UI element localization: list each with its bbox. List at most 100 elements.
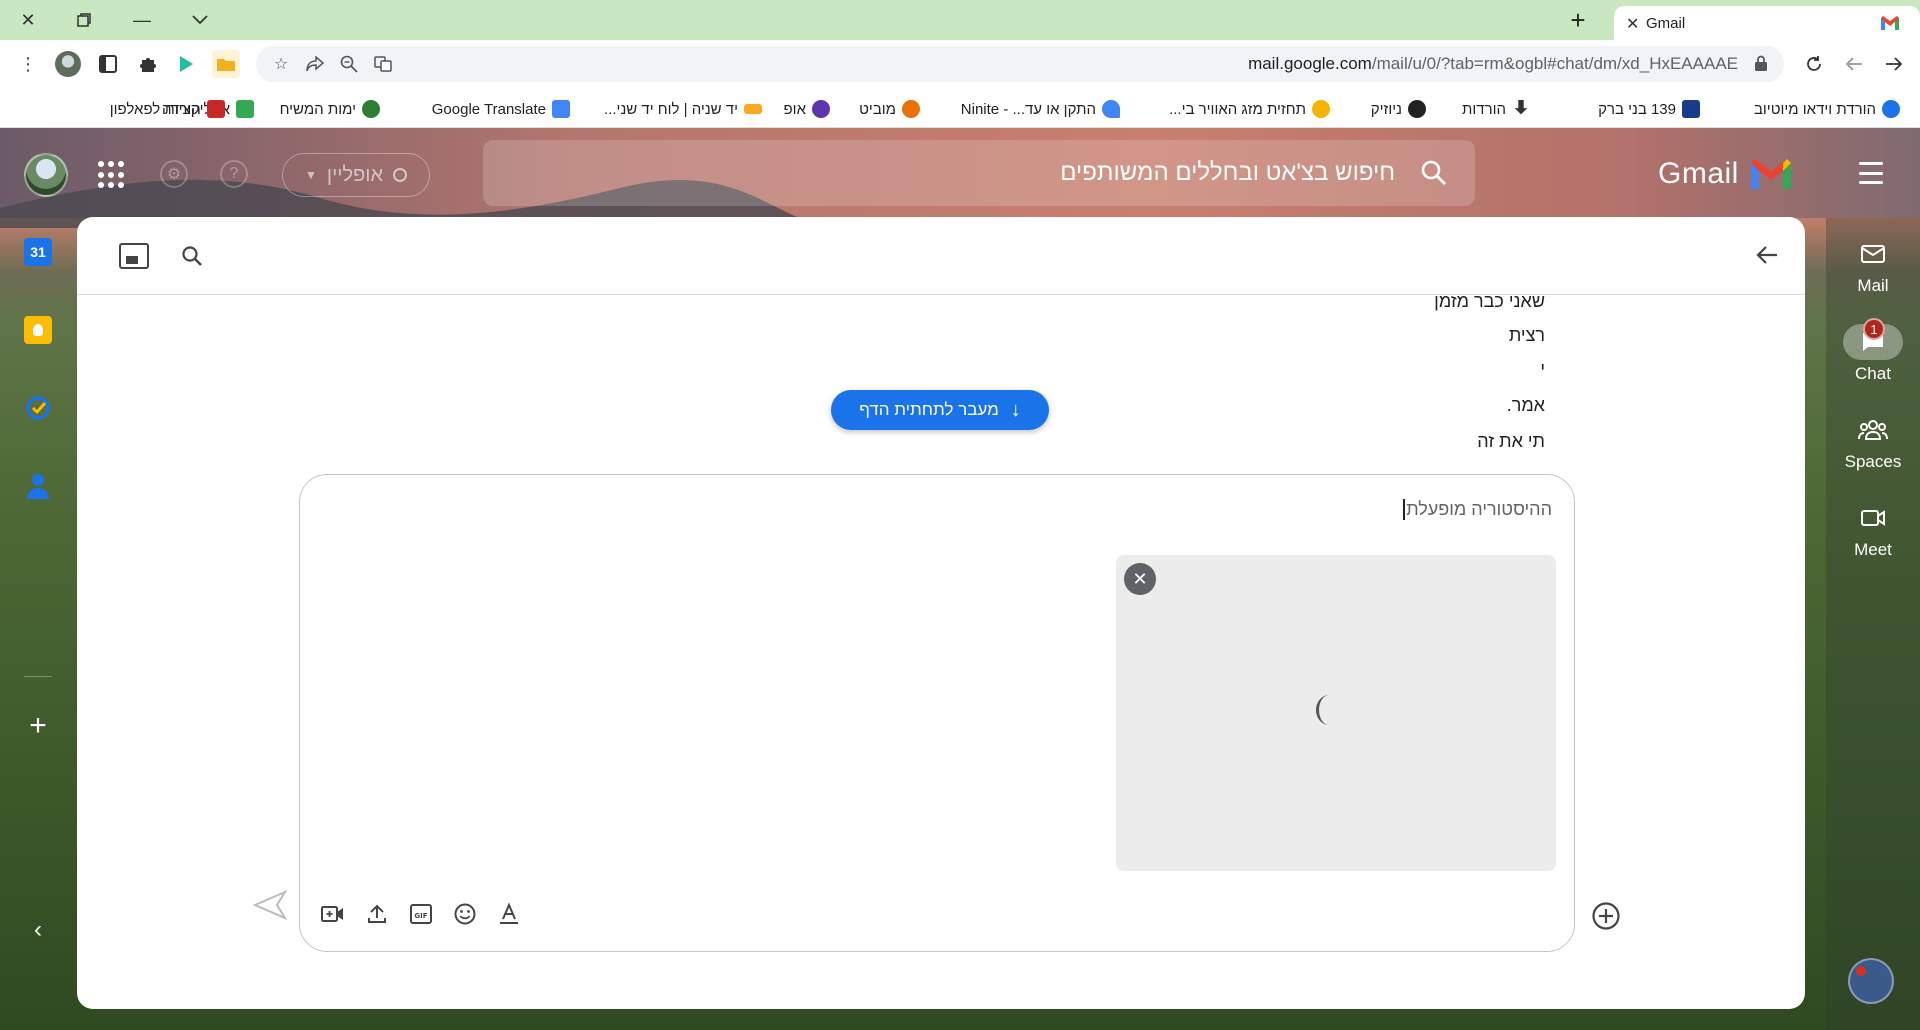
side-panel-icon[interactable] — [94, 50, 122, 78]
tasks-icon[interactable] — [24, 394, 52, 422]
bookmark-label: הורדה — [162, 100, 201, 118]
chat-icon: 1 — [1843, 318, 1903, 360]
compose-input[interactable]: ההיסטוריה מופעלת — [1403, 499, 1552, 520]
weather-icon — [1312, 100, 1330, 118]
bookmark-item[interactable]: ימות המשיח — [280, 98, 380, 120]
translate-page-icon[interactable] — [370, 51, 396, 77]
collapse-panel-icon[interactable]: ‹ — [26, 916, 50, 943]
send-icon[interactable] — [253, 890, 287, 920]
nav-spaces[interactable]: Spaces — [1826, 412, 1920, 482]
rail-divider — [24, 676, 52, 677]
account-avatar[interactable] — [24, 153, 68, 197]
bookmark-favicon-icon — [1882, 100, 1900, 118]
bookmarks-bar: הורדת וידאו מיוטיוב 139 בני ברק הורדות נ… — [0, 88, 1920, 128]
download-icon — [1514, 100, 1528, 115]
popout-window-icon[interactable] — [119, 241, 149, 271]
back-to-list-icon[interactable] — [1751, 239, 1783, 271]
gmail-logo[interactable]: Gmail — [1658, 154, 1798, 194]
nav-chat[interactable]: 1 Chat — [1826, 318, 1920, 394]
forward-arrow-icon[interactable] — [1840, 50, 1868, 78]
search-bar[interactable]: חיפוש בצ'אט ובחללים המשותפים — [483, 140, 1475, 206]
gmail-nav-rail: Mail 1 Chat Spaces Meet — [1826, 218, 1920, 1030]
jump-to-bottom-button[interactable]: ↓ מעבר לתחתית הדף — [831, 390, 1049, 430]
bookmark-item[interactable]: ניוזיק — [1371, 98, 1426, 120]
nav-chat-label: Chat — [1855, 364, 1891, 383]
tab-search-chevron-icon[interactable] — [176, 0, 224, 40]
bookmark-label: התקן או עד... - Ninite — [960, 100, 1096, 118]
add-attachment-icon[interactable] — [1591, 901, 1621, 931]
bookmark-item[interactable]: יד שניה | לוח יד שני... — [604, 98, 762, 120]
google-apps-icon[interactable] — [98, 161, 126, 189]
gmail-logo-text: Gmail — [1658, 157, 1739, 190]
bookmark-label: מוביט — [859, 100, 896, 118]
url-path: /mail/u/0/?tab=rm&ogbl#chat/dm/xd_HxEAAA… — [1371, 54, 1738, 73]
address-bar[interactable]: ☆ mail.google.com/mail/u/0/?tab=rm&ogbl#… — [256, 46, 1784, 82]
video-meeting-icon[interactable] — [318, 899, 348, 929]
arrow-down-icon: ↓ — [1010, 398, 1021, 421]
search-icon[interactable] — [1419, 158, 1449, 188]
side-apps-rail: 31 + ‹ — [0, 218, 76, 1030]
calendar-icon[interactable]: 31 — [24, 238, 52, 266]
nav-meet[interactable]: Meet — [1826, 500, 1920, 570]
back-arrow-icon[interactable] — [1880, 50, 1908, 78]
spaces-icon — [1843, 412, 1903, 448]
extensions-puzzle-icon[interactable] — [134, 50, 162, 78]
contacts-icon[interactable] — [24, 472, 52, 500]
bookmark-item[interactable]: התקן או עד... - Ninite — [961, 98, 1120, 120]
tab-close-icon[interactable]: ✕ — [1626, 14, 1639, 34]
window-restore-icon[interactable] — [60, 0, 108, 40]
floating-avatar[interactable] — [1848, 958, 1894, 1004]
nav-spaces-label: Spaces — [1844, 452, 1902, 471]
gif-icon[interactable]: GIF — [406, 899, 436, 929]
ninite-icon — [1102, 100, 1120, 118]
add-app-icon[interactable]: + — [24, 709, 52, 742]
message-composer[interactable]: ההיסטוריה מופעלת ✕ GIF — [299, 474, 1575, 952]
download-site-icon — [206, 100, 225, 118]
extension-folder-icon[interactable] — [212, 50, 240, 78]
bookmark-item[interactable]: הורדה — [162, 98, 225, 120]
message-text: רצית — [1508, 325, 1545, 345]
main-menu-icon[interactable] — [1859, 162, 1883, 184]
gmail-app: ⚙ ? אופליין ▼ חיפוש בצ'אט ובחללים המשותפ… — [0, 128, 1920, 1030]
zoom-icon[interactable] — [336, 51, 362, 77]
message-text: תי את זה — [1477, 431, 1545, 451]
bookmark-label: ימות המשיח — [279, 100, 356, 118]
browser-menu-icon[interactable]: ⋮ — [14, 50, 42, 78]
svg-text:GIF: GIF — [414, 912, 427, 920]
profile-avatar[interactable] — [54, 50, 82, 78]
status-selector[interactable]: אופליין ▼ — [282, 153, 430, 197]
bookmark-item[interactable]: מוביט — [859, 98, 920, 120]
bookmark-item[interactable]: הורדת וידאו מיוטיוב — [1754, 98, 1900, 120]
upload-file-icon[interactable] — [362, 899, 392, 929]
help-icon[interactable]: ? — [220, 160, 248, 188]
share-icon[interactable] — [302, 51, 328, 77]
bookmark-label: אופ — [783, 100, 806, 118]
bookmark-star-icon[interactable]: ☆ — [268, 51, 294, 77]
lock-icon[interactable] — [1754, 55, 1768, 71]
jump-to-bottom-label: מעבר לתחתית הדף — [859, 400, 999, 419]
nav-mail[interactable]: Mail — [1826, 236, 1920, 306]
window-minimize-icon[interactable]: — — [118, 0, 166, 40]
extension-play-icon[interactable] — [172, 50, 200, 78]
new-tab-button[interactable]: + — [1562, 4, 1594, 36]
text-format-icon[interactable] — [494, 899, 524, 929]
keep-icon[interactable] — [24, 316, 52, 344]
yad2-icon — [744, 104, 762, 114]
tab-gmail[interactable]: ✕ Gmail — [1614, 6, 1920, 40]
caret-down-icon: ▼ — [304, 168, 317, 182]
status-circle-icon — [393, 168, 408, 182]
site-icon — [362, 100, 380, 118]
bookmark-item[interactable]: Google Translate — [432, 98, 570, 120]
bookmark-item[interactable]: הורדות — [1462, 98, 1530, 120]
chat-search-icon[interactable] — [177, 241, 207, 271]
remove-attachment-icon[interactable]: ✕ — [1124, 563, 1156, 595]
bookmark-item[interactable]: 139 בני ברק — [1598, 98, 1700, 120]
settings-gear-icon[interactable]: ⚙ — [160, 160, 188, 188]
bookmark-item[interactable]: אופ — [784, 98, 830, 120]
reload-icon[interactable] — [1800, 50, 1828, 78]
app-icon — [812, 100, 830, 118]
search-input[interactable]: חיפוש בצ'אט ובחללים המשותפים — [1060, 159, 1395, 187]
emoji-icon[interactable] — [450, 899, 480, 929]
bookmark-item[interactable]: תחזית מזג האוויר בי... — [1169, 98, 1330, 120]
window-close-icon[interactable]: ✕ — [4, 0, 52, 40]
